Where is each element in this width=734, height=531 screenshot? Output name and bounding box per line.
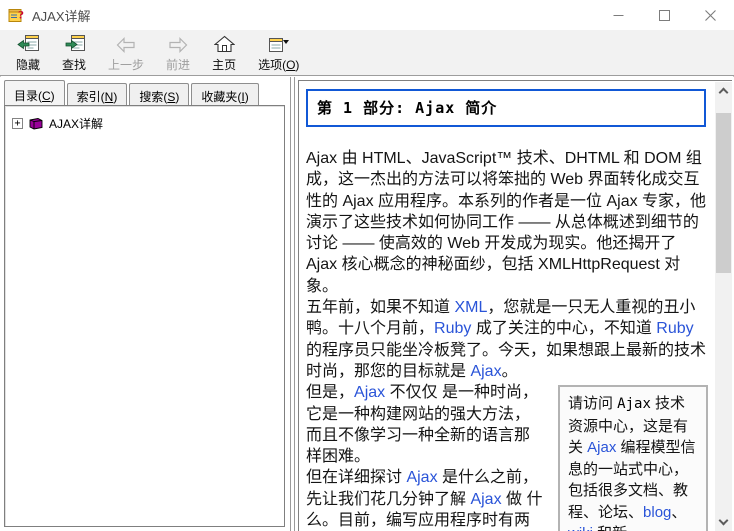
text-link[interactable]: Ruby xyxy=(656,320,693,337)
expand-plus-icon[interactable]: + xyxy=(12,118,23,129)
window-title: AJAX详解 xyxy=(32,6,91,25)
scroll-up-button[interactable] xyxy=(715,82,732,99)
chevron-down-icon xyxy=(719,516,729,526)
toolbar-label: 前进 xyxy=(166,56,190,73)
tree-item-label: AJAX详解 xyxy=(49,115,103,132)
toolbar-button-find[interactable]: 查找 xyxy=(51,30,97,75)
toolbar-button-options[interactable]: 选项(O) xyxy=(247,30,310,75)
tree-item-ajax[interactable]: + AJAX详解 xyxy=(5,106,284,132)
book-icon xyxy=(28,117,44,130)
hide-panel-icon xyxy=(17,33,40,53)
article-heading: 第 1 部分: Ajax 简介 xyxy=(306,89,706,127)
pane-splitter[interactable] xyxy=(286,77,298,531)
vertical-scrollbar[interactable] xyxy=(715,82,732,531)
text-run: 但是， xyxy=(306,384,354,401)
options-icon xyxy=(267,33,291,53)
help-viewer-window: ? AJAX详解 xyxy=(0,0,734,531)
minimize-button[interactable] xyxy=(595,1,641,30)
text-run: 、 xyxy=(671,504,686,521)
text-link[interactable]: Ajax xyxy=(470,491,501,508)
tab-favorites[interactable]: 收藏夹(I) xyxy=(191,83,258,105)
sidebar-tabs: 目录(C) 索引(N) 搜索(S) 收藏夹(I) xyxy=(4,80,259,105)
close-button[interactable] xyxy=(687,1,733,30)
toolbar-label: 上一步 xyxy=(108,56,144,73)
content-pane: 第 1 部分: Ajax 简介 Ajax 由 HTML、JavaScript™ … xyxy=(298,80,732,531)
help-book-icon: ? xyxy=(8,7,25,23)
maximize-button[interactable] xyxy=(641,1,687,30)
toolbar: 隐藏 查找 上一步 xyxy=(0,30,734,76)
text-run: 五年前，如果不知道 xyxy=(306,299,454,316)
text-run: 成了关注的中心，不知道 xyxy=(471,320,656,337)
tab-contents[interactable]: 目录(C) xyxy=(4,80,65,105)
forward-arrow-icon xyxy=(168,33,188,53)
text-link[interactable]: XML xyxy=(454,299,487,316)
text-link[interactable]: Ajax xyxy=(587,439,616,456)
tab-index[interactable]: 索引(N) xyxy=(67,83,128,105)
toolbar-button-home[interactable]: 主页 xyxy=(201,30,247,75)
toolbar-button-forward[interactable]: 前进 xyxy=(155,30,201,75)
text-link[interactable]: Ajax xyxy=(470,363,501,380)
text-run: 。 xyxy=(502,363,518,380)
minimize-icon xyxy=(613,10,624,21)
maximize-icon xyxy=(659,10,670,21)
text-link[interactable]: Ajax xyxy=(406,469,437,486)
svg-text:?: ? xyxy=(18,8,24,22)
text-run: 请访问 xyxy=(568,395,617,412)
toolbar-label: 隐藏 xyxy=(16,56,40,73)
close-icon xyxy=(705,10,716,21)
toolbar-label: 主页 xyxy=(212,56,236,73)
toolbar-label: 选项(O) xyxy=(258,56,299,73)
scrollbar-thumb[interactable] xyxy=(716,113,731,273)
text-run: Ajax 由 HTML、JavaScript™ 技术、DHTML 和 DOM 组… xyxy=(306,150,706,295)
window-controls xyxy=(595,1,733,30)
back-arrow-icon xyxy=(116,33,136,53)
tab-search[interactable]: 搜索(S) xyxy=(129,83,189,105)
paragraph: 五年前，如果不知道 XML，您就是一只无人重视的丑小鸭。十八个月前，Ruby 成… xyxy=(306,297,708,382)
text-run: 和新 xyxy=(593,525,627,531)
scroll-down-button[interactable] xyxy=(715,514,732,531)
resource-center-box: 请访问 Ajax 技术资源中心，这是有关 Ajax 编程模型信息的一站式中心，包… xyxy=(558,385,708,531)
chevron-up-icon xyxy=(719,88,729,98)
toolbar-button-hide[interactable]: 隐藏 xyxy=(5,30,51,75)
locate-icon xyxy=(63,33,86,53)
code-text: Ajax xyxy=(617,396,651,412)
text-link[interactable]: blog xyxy=(643,504,671,521)
document-body: 第 1 部分: Ajax 简介 Ajax 由 HTML、JavaScript™ … xyxy=(300,82,714,531)
contents-tree: + AJAX详解 xyxy=(4,105,285,527)
text-run: 但在详细探讨 xyxy=(306,469,406,486)
text-link[interactable]: Ajax xyxy=(354,384,385,401)
paragraph: Ajax 由 HTML、JavaScript™ 技术、DHTML 和 DOM 组… xyxy=(306,148,708,297)
title-bar: ? AJAX详解 xyxy=(0,0,734,30)
toolbar-button-back[interactable]: 上一步 xyxy=(97,30,155,75)
toolbar-label: 查找 xyxy=(62,56,86,73)
main-area: 目录(C) 索引(N) 搜索(S) 收藏夹(I) + AJAX详解 xyxy=(0,77,734,531)
home-icon xyxy=(214,33,235,53)
text-link[interactable]: Ruby xyxy=(434,320,471,337)
text-link[interactable]: wiki xyxy=(568,525,593,531)
